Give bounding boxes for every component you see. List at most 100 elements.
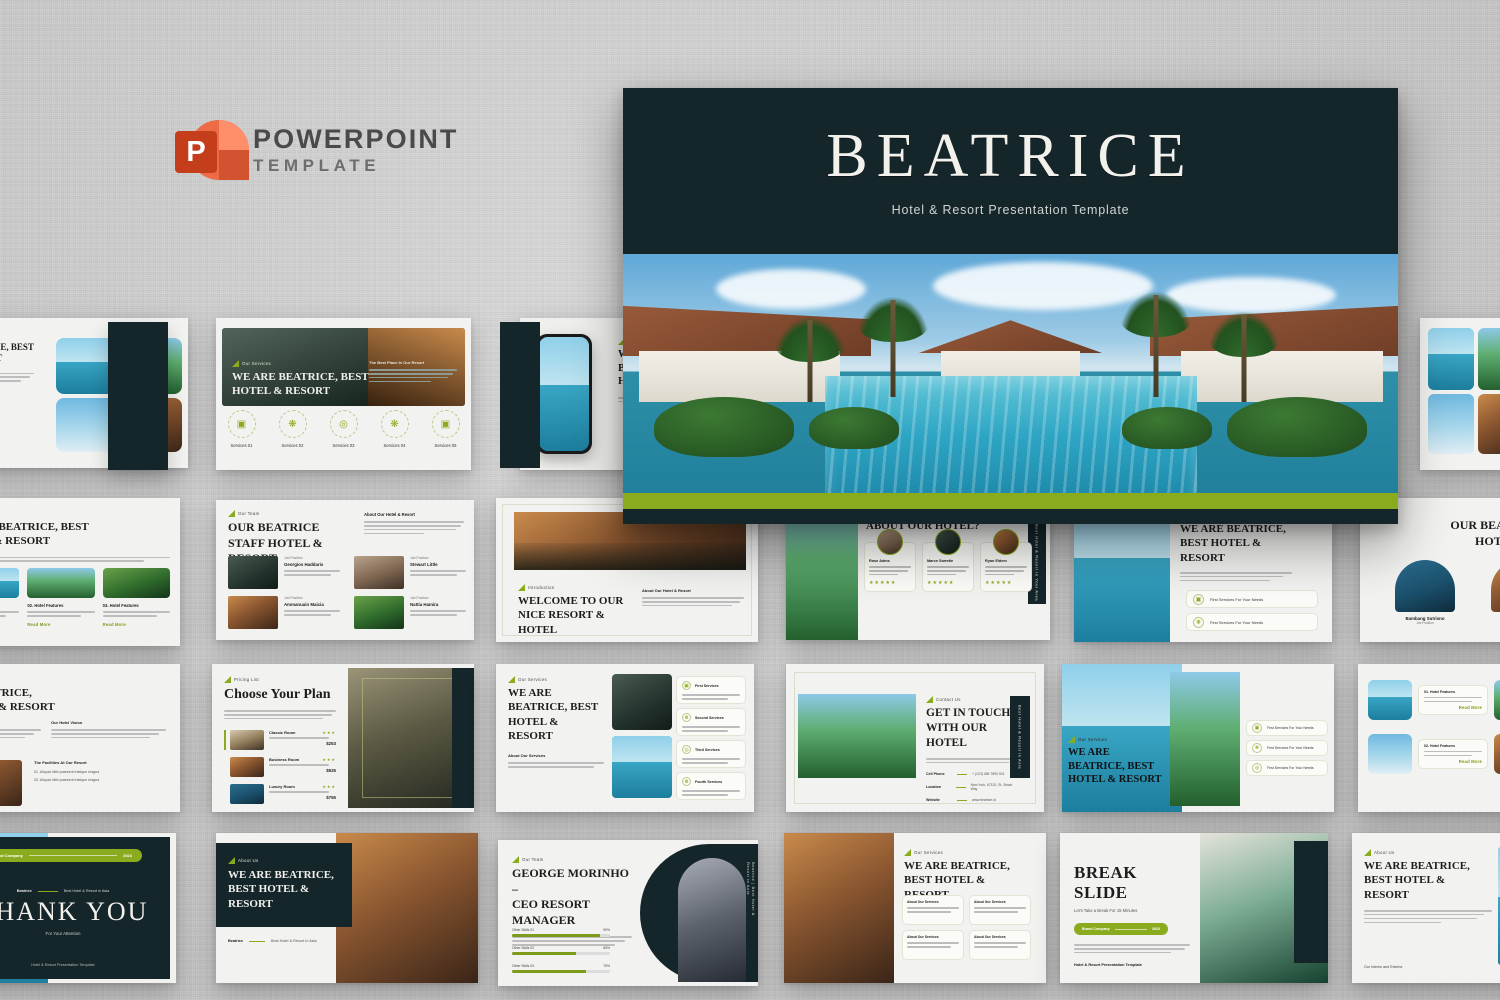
slide-title: BREAK SLIDE	[1074, 863, 1137, 902]
slide-thank-you[interactable]: Brand Company 2023 Beatrice Best Hotel &…	[0, 833, 176, 983]
feature-row[interactable]: 02. Hotel Features Read More	[1368, 734, 1500, 774]
read-more-link[interactable]: Read More	[0, 622, 19, 627]
slide-gallery-right[interactable]	[1420, 318, 1500, 470]
slide-staff-team[interactable]: Our Team OUR BEATRICE STAFF HOTEL & RESO…	[216, 500, 474, 640]
feature-item[interactable]: 02. Hotel Features Read More	[27, 568, 95, 627]
member-name: Nattia Hamira	[410, 602, 439, 607]
service-item[interactable]: ▣ Services 05	[431, 410, 460, 448]
eyebrow-label: Pricing List	[234, 677, 260, 682]
feature-card[interactable]: ❋ First Services For Your Needs	[1186, 613, 1318, 631]
contact-value: New York, 67120, St. Smart Way	[970, 783, 1013, 792]
slide-hotel-features-3[interactable]: Our Services WE ARE BEATRICE, BEST HOTEL…	[0, 498, 180, 646]
eyebrow-label: About Us	[238, 858, 259, 863]
service-card[interactable]: About Our Services	[969, 930, 1031, 960]
read-more-link[interactable]: Read More	[27, 622, 94, 627]
service-item[interactable]: ◎ Services 03	[329, 410, 358, 448]
camera-icon: ▣	[431, 410, 460, 438]
team-member[interactable]: Job Position Ammanuain Maicia	[228, 596, 340, 629]
kicker-left: Beatrice	[16, 889, 32, 893]
brand-subtitle: TEMPLATE	[253, 155, 381, 175]
testimonial-card[interactable]: Rose Adms ★★★★★	[864, 529, 916, 593]
side-tab-label: Beatrice | Best Hotel & Resort in Asia	[746, 862, 756, 916]
slide-services-icons[interactable]: Our Services WE ARE BEATRICE, BEST HOTEL…	[216, 318, 471, 470]
camera-icon: ▣	[1252, 723, 1262, 733]
service-item[interactable]: ▣ Services 01	[227, 410, 256, 448]
pricing-row[interactable]: Classic Room ★★★ $253	[224, 730, 336, 750]
feature-card[interactable]: ◎ First Services For Your Needs	[1246, 760, 1328, 776]
contact-row: Location New York, 67120, St. Smart Way	[926, 783, 1018, 791]
slide-about-photo[interactable]: Our Services WE ARE BEATRICE, BEST HOTEL…	[1062, 664, 1334, 812]
service-card[interactable]: ❋ Second Services	[676, 708, 746, 736]
service-card-label: Fourth Services	[695, 779, 723, 784]
read-more-link[interactable]: Read More	[1424, 759, 1482, 764]
slide-about-last[interactable]: About Us WE ARE BEATRICE, BEST HOTEL & R…	[1352, 833, 1500, 983]
service-label: Services 03	[332, 443, 355, 448]
kicker-right: Best Hotel & Resort in Asia	[63, 889, 110, 893]
pricing-row[interactable]: Luxury Room ★★★ $755	[224, 784, 336, 804]
testimonial-card[interactable]: Ryan Eldem ★★★★★	[980, 529, 1032, 593]
slide-contact[interactable]: Contact Us GET IN TOUCH WITH OUR HOTEL C…	[786, 664, 1044, 812]
leaves-icon: ❋	[682, 777, 691, 786]
pricing-row[interactable]: Business Room ★★★ $525	[224, 757, 336, 777]
feature-card[interactable]: ▣ First Services For Your Needs	[1246, 720, 1328, 736]
read-more-link[interactable]: Read More	[103, 622, 170, 627]
read-more-link[interactable]: Read More	[1424, 705, 1482, 710]
team-member[interactable]: Job Position Georgios Haddaris	[228, 556, 340, 589]
feature-label: 01. Hotel Features	[0, 603, 19, 608]
list-item: 02. Aliquat nibh praesent tristique magn…	[34, 778, 100, 782]
slide-features-right[interactable]: 01. Hotel Features Read More 02. Hotel F…	[1358, 664, 1500, 812]
feature-row[interactable]: 01. Hotel Features Read More	[1368, 680, 1500, 720]
feature-item[interactable]: 01. Hotel Features Read More	[0, 568, 20, 627]
feature-label: 03. Hotel Features	[102, 603, 139, 608]
pill-right: 2023	[123, 853, 132, 858]
service-card-label: Third Services	[695, 747, 720, 752]
side-tab: Beatrice | Best Hotel & Resort in Asia	[746, 862, 756, 932]
slide-services-list[interactable]: Our Services WE ARE BEATRICE, BEST HOTEL…	[496, 664, 754, 812]
feature-item[interactable]: 03. Hotel Features Read More	[102, 568, 170, 627]
resort-photo-illustration	[623, 254, 1398, 509]
service-label: Services 05	[434, 443, 457, 448]
feature-label: 01. Hotel Features	[1424, 689, 1455, 694]
page-title: BEATRICE	[826, 122, 1195, 190]
feature-label: 02. Hotel Features	[1424, 743, 1455, 748]
contact-row: Website www.beatrice.id	[926, 798, 1018, 802]
service-card[interactable]: ▣ First Services	[676, 676, 746, 704]
eyebrow-label: Our Services	[914, 850, 943, 855]
rating-stars: ★★★★★	[985, 580, 1013, 587]
slide-ceo[interactable]: Our Team GEORGE MORINHO – CEO RESORT MAN…	[498, 840, 758, 986]
feature-card-label: First Services For Your Needs	[1267, 766, 1314, 770]
feature-card[interactable]: ❋ First Services For Your Needs	[1246, 740, 1328, 756]
service-card[interactable]: ❋ Fourth Services	[676, 772, 746, 800]
mockup-stage: P POWERPOINT TEMPLATE BEATRICE Hotel & R…	[0, 0, 1500, 1000]
leaves-icon: ❋	[1252, 743, 1262, 753]
service-card[interactable]: About Our Services	[902, 930, 964, 960]
service-card[interactable]: ◎ Third Services	[676, 740, 746, 768]
side-heading: About Our Hotel & Resort	[642, 588, 691, 593]
service-item[interactable]: ❋ Services 02	[278, 410, 307, 448]
slide-pricing[interactable]: Pricing List Choose Your Plan Classic Ro…	[212, 664, 474, 812]
target-icon: ◎	[329, 410, 358, 438]
rating-stars: ★★★★★	[869, 580, 897, 587]
service-card[interactable]: About Our Services	[902, 895, 964, 925]
hero-title-block: BEATRICE Hotel & Resort Presentation Tem…	[623, 88, 1398, 254]
team-member[interactable]: Bambang Sutrisno Job Position	[1386, 560, 1464, 625]
slide-title: WE ARE BEATRICE, BEST HOTEL & RESORT	[0, 342, 34, 363]
team-member[interactable]: Job Position Nattia Hamira	[354, 596, 466, 629]
slide-title: WE ARE BEATRICE, BEST HOTEL & RESORT	[0, 521, 89, 548]
slide-services-cards-2[interactable]: Our Services WE ARE BEATRICE, BEST HOTEL…	[784, 833, 1046, 983]
slide-title: WE ARE BEATRICE, BEST HOTEL & RESORT	[0, 687, 55, 714]
feature-card-label: First Services For Your Needs	[1267, 746, 1314, 750]
feature-card[interactable]: ▣ First Services For Your Needs	[1186, 590, 1318, 608]
slide-about-mission[interactable]: About Us WE ARE BEATRICE, BEST HOTEL & R…	[0, 664, 180, 812]
slide-footer: Hotel & Resort Presentation Template	[1074, 963, 1142, 968]
pill-right: 2023	[1152, 927, 1160, 931]
service-card[interactable]: About Our Services	[969, 895, 1031, 925]
team-member[interactable]: Ahmad Stereo Job Position	[1482, 560, 1500, 625]
slide-about-split[interactable]: About Us WE ARE BEATRICE, BEST HOTEL & R…	[216, 833, 478, 983]
team-member[interactable]: Job Position Stewart Little	[354, 556, 466, 589]
service-label: Services 02	[281, 443, 304, 448]
slide-break[interactable]: BREAK SLIDE Let's Take a Break For 15 Mi…	[1060, 833, 1328, 983]
testimonial-card[interactable]: Marce Sweetie ★★★★★	[922, 529, 974, 593]
slide-title: GET IN TOUCH WITH OUR HOTEL	[926, 707, 1011, 749]
service-item[interactable]: ❋ Services 04	[380, 410, 409, 448]
